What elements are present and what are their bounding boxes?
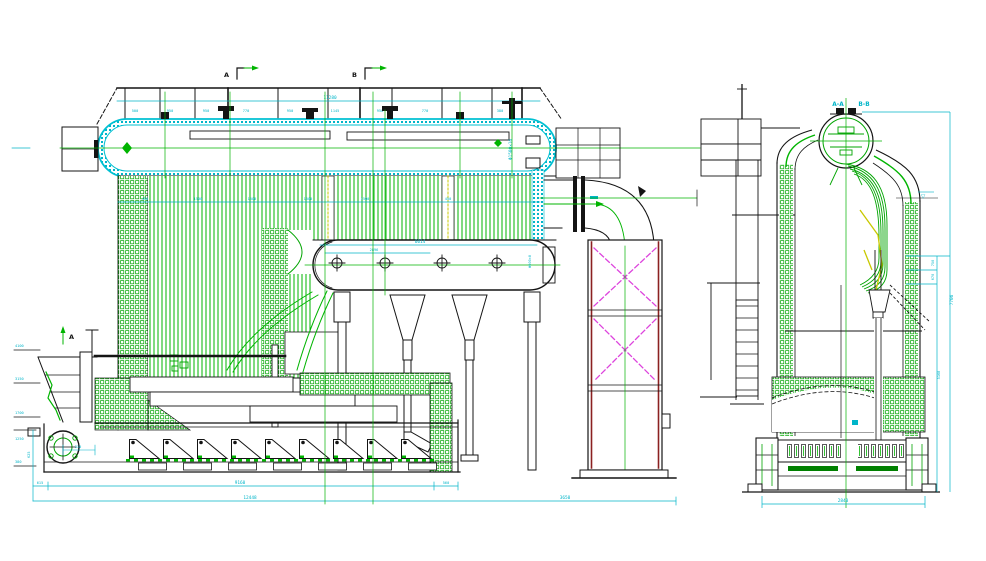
dim-rv-height2: 5168 — [937, 371, 941, 380]
lower-drum: 6014 2896 Φ600×8 — [305, 239, 560, 290]
ladder-rungs — [736, 300, 758, 396]
elevation-3: 1250 — [15, 437, 24, 441]
elevation-2: 1700 — [15, 411, 24, 415]
boiler-bank-tubes — [313, 176, 540, 240]
dim-bottom-1: 9160 — [235, 480, 246, 486]
water-level-symbol: ▽ — [921, 194, 926, 200]
rear-seal-band — [300, 373, 450, 395]
section-a-bottom-label: A — [69, 333, 74, 341]
section-b-label: B — [352, 71, 357, 79]
steam-pipe — [190, 131, 330, 139]
grate-bar-left — [788, 466, 838, 471]
section-a-bottom-arrow-icon — [61, 326, 66, 333]
dim-lower-drum: 6014 — [415, 239, 426, 245]
dim-bottom-2: 560 — [443, 481, 450, 485]
elevation-1: 3150 — [15, 377, 24, 381]
dim-top-5: 1145 — [331, 109, 340, 113]
steam-pipe-2 — [347, 132, 509, 140]
section-marker-a-bottom: A — [61, 326, 75, 344]
elevation-markers: 4100 3150 1700 1250 380 — [14, 344, 40, 466]
dim-mid-2: 1500 — [248, 197, 257, 201]
dim-bottom-0: 615 — [37, 481, 44, 485]
left-view-longitudinal-section: A B 11280 500 950 950 770 950 1145 950 7… — [12, 66, 700, 506]
section-marker-b-top: B — [352, 66, 387, 80]
dim-bottom2-0: 12448 — [243, 495, 257, 501]
boiler-ga-drawing-canvas: A B 11280 500 950 950 770 950 1145 950 7… — [0, 0, 986, 561]
economizer-pedestal — [580, 470, 668, 478]
dim-top-2: 950 — [203, 109, 210, 113]
grate-air-slots-right — [858, 444, 906, 458]
dim-top-3: 770 — [243, 109, 250, 113]
section-a-label: A — [224, 71, 229, 79]
section-marker-a-top: A — [224, 66, 259, 80]
dim-top-0: 500 — [132, 109, 139, 113]
lower-drum-size-label: Φ600×8 — [528, 255, 532, 268]
elevation-0: 4100 — [15, 344, 24, 348]
ash-hopper-2 — [452, 295, 487, 340]
elevation-4: 380 — [15, 460, 22, 464]
dim-overall-top: 11280 — [323, 95, 337, 101]
chain-grate: 310 — [28, 420, 460, 472]
dim-top-8: 380 — [497, 109, 504, 113]
section-aa-label: A-A — [832, 102, 844, 108]
dim-lower-drum-2: 2896 — [370, 248, 379, 252]
section-bb-label: B-B — [858, 102, 870, 108]
grate-cleats — [128, 438, 434, 461]
grate-frame-windows — [138, 462, 438, 472]
dim-top-7: 770 — [422, 109, 429, 113]
section-b-arrow-icon — [380, 66, 387, 71]
dim-rv-width: 2840 — [838, 498, 849, 504]
dim-rv-height: 7706 — [949, 294, 955, 305]
duct-support-frame — [556, 128, 620, 178]
section-a-arrow-icon — [252, 66, 259, 71]
dim-rv-small-0: 750 — [931, 260, 935, 267]
dim-mid-4: 1500 — [361, 197, 370, 201]
drum-size-label: Φ1500×16 — [508, 138, 514, 160]
boiler-ga-drawing: A B 11280 500 950 950 770 950 1145 950 7… — [0, 0, 986, 561]
dim-grate-front-v: 625 — [27, 452, 31, 459]
gas-flow-arrow-icon — [596, 201, 604, 207]
dim-rv-small-1: 670 — [931, 274, 935, 281]
grate-bar-right — [856, 466, 898, 471]
dim-mid-5: 450 — [445, 197, 452, 201]
steam-drum: Φ1500×16 — [12, 98, 700, 177]
dim-grate-front: 310 — [75, 445, 82, 449]
flue-duct-and-economizer — [544, 128, 676, 478]
dim-top-4: 950 — [287, 109, 294, 113]
access-opening — [285, 332, 340, 374]
right-view-cross-section: A-A B-B — [700, 84, 955, 508]
grate-air-slots-left — [786, 444, 842, 458]
rear-wall-casing — [532, 170, 544, 240]
dim-bottom2-1: 3650 — [560, 495, 571, 501]
dim-mid-1: 1500 — [194, 197, 203, 201]
grate-cross-section — [742, 438, 940, 492]
duct-arrow-icon — [638, 186, 646, 197]
dim-mid-3: 1500 — [304, 197, 313, 201]
dim-mid-0: 450 — [142, 197, 149, 201]
ash-hopper-1 — [390, 295, 425, 340]
